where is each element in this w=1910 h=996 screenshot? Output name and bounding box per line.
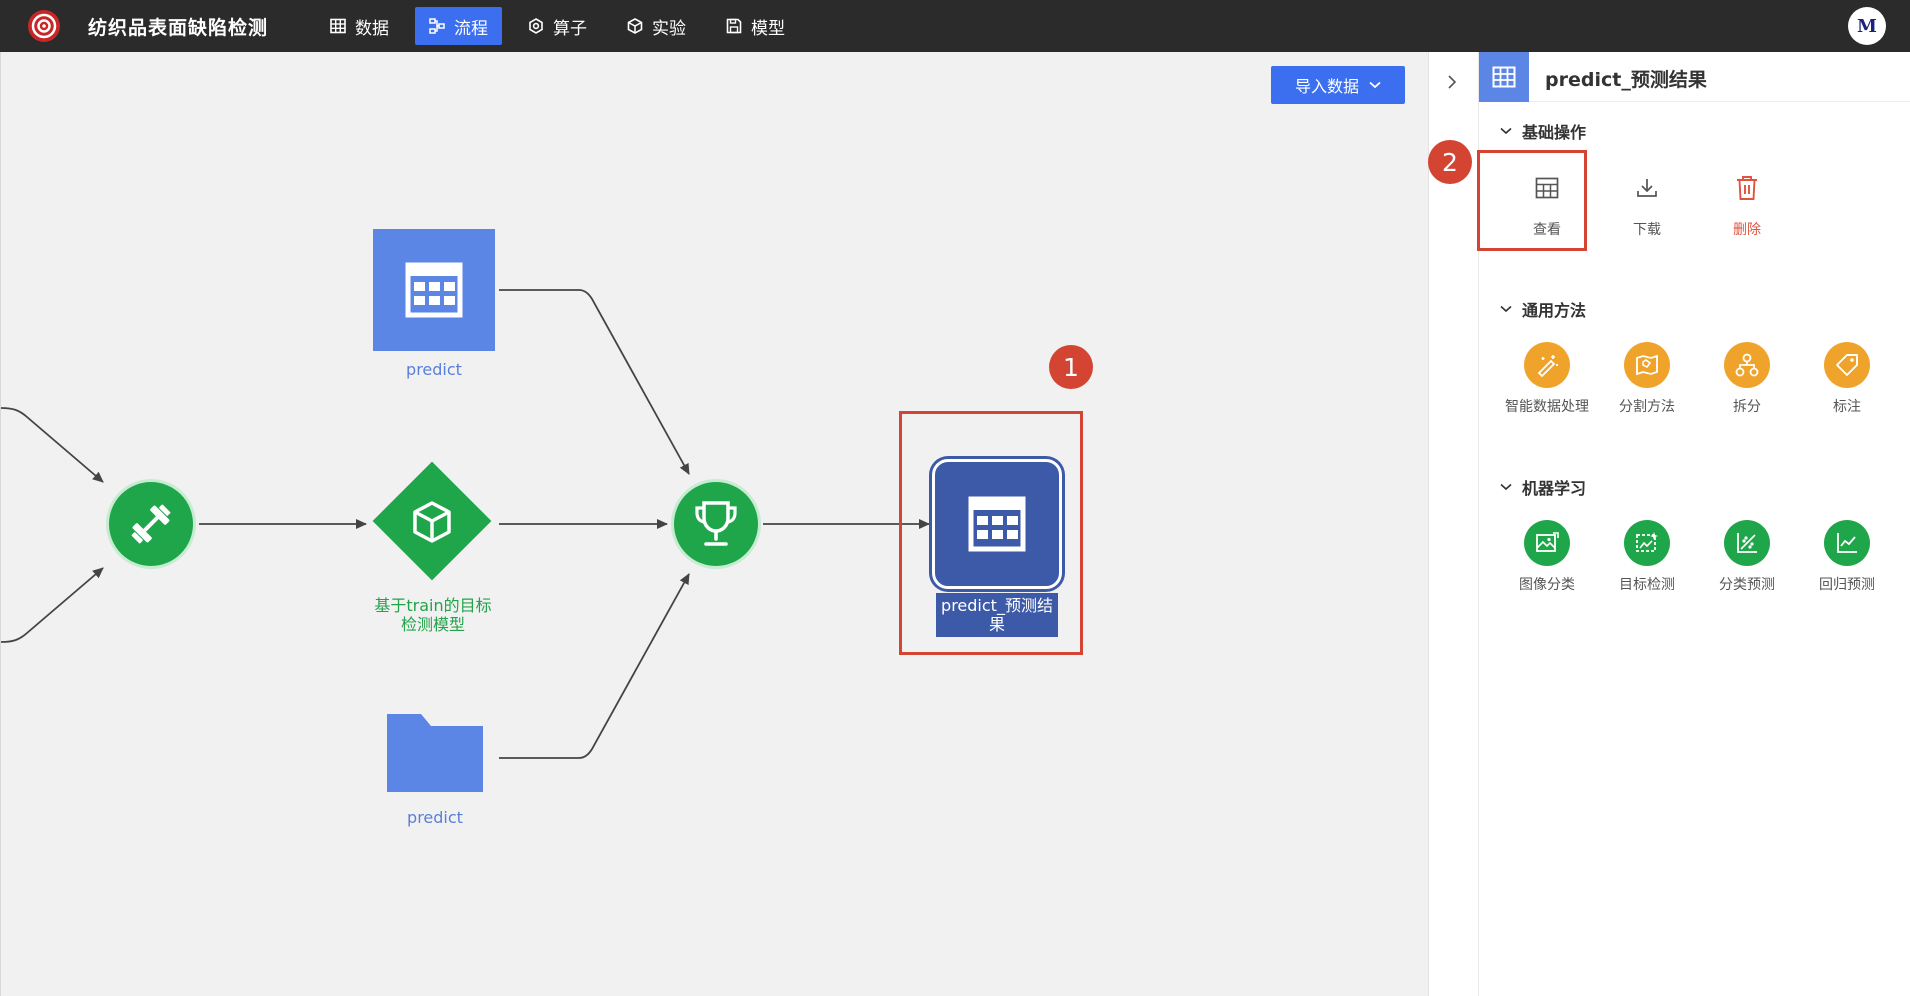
download-icon-wrap	[1624, 165, 1670, 211]
nav-flow-label: 流程	[454, 18, 488, 39]
split-button[interactable]: 拆分	[1697, 342, 1797, 416]
panel-header-icon-wrap	[1479, 52, 1529, 102]
smart-processing-label: 智能数据处理	[1505, 399, 1589, 415]
nav-model[interactable]: 模型	[712, 7, 799, 45]
classification-prediction-icon-wrap	[1724, 520, 1770, 566]
table-icon	[1492, 66, 1516, 88]
delete-icon-wrap	[1724, 165, 1770, 211]
evaluate-node[interactable]	[671, 479, 761, 569]
model-node-label-line1: 基于train的目标	[374, 596, 492, 615]
image-classification-icon-wrap	[1524, 520, 1570, 566]
regression-prediction-button[interactable]: 回归预测	[1797, 520, 1897, 594]
top-navbar: 纺织品表面缺陷检测 数据 流程 算子 实验 模型 M	[0, 0, 1910, 52]
table-icon	[330, 18, 346, 34]
model-node-icon-wrap	[408, 498, 456, 546]
panel-title: predict_预测结果	[1545, 69, 1707, 91]
section-machine-learning[interactable]: 机器学习	[1500, 475, 1586, 499]
line-chart-icon	[1837, 533, 1857, 553]
delete-button[interactable]: 删除	[1697, 165, 1797, 239]
nav-operator-label: 算子	[553, 18, 587, 39]
nav-flow[interactable]: 流程	[415, 7, 502, 45]
predict-table-label: predict	[406, 360, 462, 379]
cube-icon	[627, 18, 643, 34]
annotate-label: 标注	[1833, 399, 1861, 415]
segmentation-icon-wrap	[1624, 342, 1670, 388]
flow-icon	[429, 18, 445, 34]
segmentation-label: 分割方法	[1619, 399, 1675, 415]
regression-prediction-label: 回归预测	[1819, 577, 1875, 593]
annotation-highlight-1	[899, 411, 1083, 655]
panel-collapse-strip[interactable]	[1429, 52, 1479, 996]
chevron-down-icon	[1500, 483, 1512, 491]
annotate-icon-wrap	[1824, 342, 1870, 388]
edge-folder-to-eval	[499, 573, 690, 759]
split-icon-wrap	[1724, 342, 1770, 388]
section-basic-ops-title: 基础操作	[1522, 123, 1587, 142]
scatter-chart-icon	[1737, 533, 1757, 553]
edge-in-bottom	[1, 567, 104, 643]
section-basic-ops[interactable]: 基础操作	[1500, 119, 1586, 143]
model-node-label-line2: 检测模型	[400, 615, 465, 634]
split-tree-icon	[1735, 353, 1759, 377]
nav-model-label: 模型	[751, 18, 785, 39]
section-common-methods-title: 通用方法	[1522, 301, 1587, 320]
main-nav: 数据 流程 算子 实验 模型	[316, 5, 811, 47]
object-detect-icon	[1636, 532, 1658, 552]
predict-folder-node[interactable]	[385, 712, 485, 794]
annotation-highlight-2	[1477, 150, 1587, 251]
trash-icon	[1737, 176, 1757, 200]
annotate-button[interactable]: 标注	[1797, 342, 1897, 416]
magic-wand-icon	[1537, 355, 1558, 378]
annotation-badge-2: 2	[1428, 140, 1472, 184]
user-avatar[interactable]: M	[1848, 7, 1886, 45]
classification-prediction-button[interactable]: 分类预测	[1697, 520, 1797, 594]
regression-prediction-icon-wrap	[1824, 520, 1870, 566]
chevron-right-icon	[1448, 75, 1457, 89]
trophy-icon	[695, 501, 737, 546]
dumbbell-icon	[131, 504, 171, 544]
operator-icon	[529, 18, 543, 34]
chevron-down-icon	[1500, 127, 1512, 135]
nav-experiment[interactable]: 实验	[613, 7, 700, 45]
object-detection-icon-wrap	[1624, 520, 1670, 566]
tag-icon	[1836, 354, 1858, 376]
image-classification-button[interactable]: 图像分类	[1497, 520, 1597, 594]
edge-predict-to-eval	[499, 289, 690, 475]
object-detection-button[interactable]: 目标检测	[1597, 520, 1697, 594]
predict-folder-label: predict	[407, 808, 463, 827]
edge-in-top	[1, 407, 104, 483]
nav-operator[interactable]: 算子	[514, 7, 601, 45]
app-root: 纺织品表面缺陷检测 数据 流程 算子 实验 模型 M 导入数据 predict …	[0, 0, 1910, 996]
annotation-badge-1: 1	[1049, 345, 1093, 389]
image-classify-icon	[1536, 532, 1559, 552]
split-label: 拆分	[1733, 399, 1761, 415]
app-logo-icon	[28, 10, 60, 42]
section-machine-learning-title: 机器学习	[1522, 479, 1587, 498]
download-icon	[1637, 179, 1657, 197]
train-node[interactable]	[106, 479, 196, 569]
nav-data[interactable]: 数据	[316, 7, 403, 45]
table-icon	[405, 262, 463, 318]
panel-header: predict_预测结果	[1479, 52, 1910, 102]
predict-table-node[interactable]	[373, 229, 495, 351]
model-node-label: 基于train的目标 检测模型	[353, 596, 513, 634]
classification-prediction-label: 分类预测	[1719, 577, 1775, 593]
app-title: 纺织品表面缺陷检测	[88, 17, 269, 39]
download-button[interactable]: 下载	[1597, 165, 1697, 239]
image-classification-label: 图像分类	[1519, 577, 1575, 593]
smart-processing-icon-wrap	[1524, 342, 1570, 388]
smart-data-processing-button[interactable]: 智能数据处理	[1497, 342, 1597, 416]
nav-data-label: 数据	[355, 18, 389, 39]
segmentation-button[interactable]: 分割方法	[1597, 342, 1697, 416]
nav-experiment-label: 实验	[652, 18, 686, 39]
download-label: 下载	[1633, 222, 1661, 238]
flow-canvas[interactable]: 导入数据 predict 基于train的目标 检测模型 predict pre…	[0, 52, 1428, 996]
object-detection-label: 目标检测	[1619, 577, 1675, 593]
chevron-down-icon	[1500, 305, 1512, 313]
cube-icon	[413, 501, 451, 543]
map-segment-icon	[1636, 354, 1658, 376]
delete-label: 删除	[1733, 222, 1761, 238]
section-common-methods[interactable]: 通用方法	[1500, 297, 1586, 321]
save-icon	[726, 18, 742, 34]
